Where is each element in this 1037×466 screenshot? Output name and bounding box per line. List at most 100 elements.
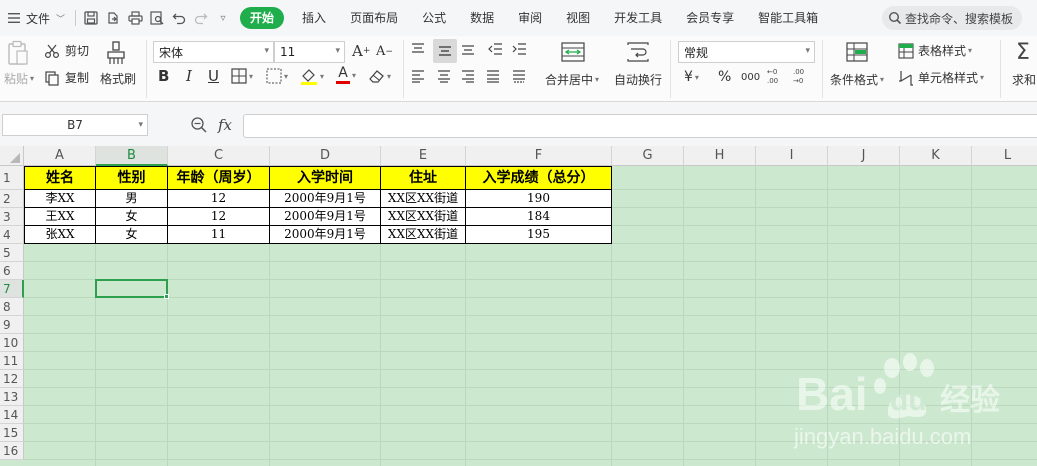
table-cell[interactable]: 王XX xyxy=(24,208,96,226)
align-top-button[interactable] xyxy=(410,42,426,56)
table-cell[interactable]: 2000年9月1号 xyxy=(270,208,381,226)
tab-insert[interactable]: 插入 xyxy=(290,7,338,29)
table-cell[interactable]: 2000年9月1号 xyxy=(270,190,381,208)
percent-button[interactable]: % xyxy=(718,69,731,85)
export-icon[interactable] xyxy=(102,7,124,29)
tab-formulas[interactable]: 公式 xyxy=(410,7,458,29)
row-header[interactable]: 4 xyxy=(0,226,24,244)
cell-style-button[interactable]: 单元格样式 ▾ xyxy=(898,69,984,86)
table-cell[interactable]: 12 xyxy=(168,190,270,208)
column-header[interactable]: J xyxy=(828,146,900,166)
file-menu-button[interactable]: 文件 ﹀ xyxy=(0,7,71,29)
print-icon[interactable] xyxy=(124,7,146,29)
tab-review[interactable]: 审阅 xyxy=(506,7,554,29)
format-painter-label[interactable]: 格式刷 xyxy=(100,70,136,87)
table-cell[interactable]: 李XX xyxy=(24,190,96,208)
tab-developer[interactable]: 开发工具 xyxy=(602,7,674,29)
row-header[interactable]: 2 xyxy=(0,190,24,208)
wrap-text-button[interactable] xyxy=(626,42,650,62)
underline-button[interactable]: U xyxy=(208,67,219,85)
row-header[interactable]: 1 xyxy=(0,166,24,190)
table-header-cell[interactable]: 住址 xyxy=(381,166,466,190)
table-cell[interactable]: 195 xyxy=(466,226,612,244)
cut-button[interactable]: 剪切 xyxy=(44,42,89,59)
row-header[interactable]: 16 xyxy=(0,442,24,460)
redo-icon[interactable] xyxy=(190,7,212,29)
column-header[interactable]: F xyxy=(466,146,612,166)
align-left-button[interactable] xyxy=(410,69,426,83)
command-search-box[interactable]: 查找命令、搜索模板 xyxy=(882,6,1022,30)
number-format-select[interactable]: 常规 ▾ xyxy=(678,41,815,63)
row-header[interactable]: 11 xyxy=(0,352,24,370)
tab-view[interactable]: 视图 xyxy=(554,7,602,29)
tab-home[interactable]: 开始 xyxy=(240,7,285,29)
font-name-select[interactable]: 宋体 ▾ xyxy=(153,41,274,63)
thousands-separator-button[interactable]: 000 xyxy=(741,72,760,83)
select-all-corner[interactable] xyxy=(0,146,24,166)
merge-center-label[interactable]: 合并居中 ▾ xyxy=(545,71,599,88)
row-header[interactable]: 12 xyxy=(0,370,24,388)
zoom-icon[interactable] xyxy=(190,116,208,134)
paste-button[interactable] xyxy=(6,40,30,66)
clear-format-button[interactable]: ▾ xyxy=(368,68,391,84)
column-header[interactable]: K xyxy=(900,146,972,166)
italic-button[interactable]: I xyxy=(186,67,192,85)
row-header[interactable]: 6 xyxy=(0,262,24,280)
column-header[interactable]: D xyxy=(270,146,381,166)
table-cell[interactable]: XX区XX街道 xyxy=(381,226,466,244)
copy-button[interactable]: 复制 xyxy=(44,69,89,86)
row-header[interactable]: 7 xyxy=(0,280,24,298)
bold-button[interactable]: B xyxy=(158,67,169,85)
column-header[interactable]: H xyxy=(684,146,756,166)
row-header[interactable]: 13 xyxy=(0,388,24,406)
tab-smart-tools[interactable]: 智能工具箱 xyxy=(746,7,830,29)
column-header[interactable]: G xyxy=(612,146,684,166)
format-painter-button[interactable] xyxy=(104,40,128,66)
sum-button[interactable]: Σ xyxy=(1016,40,1030,65)
conditional-format-label[interactable]: 条件格式 ▾ xyxy=(830,71,884,88)
distributed-align-button[interactable] xyxy=(511,69,527,83)
fx-button[interactable]: fx xyxy=(218,116,232,134)
row-header[interactable]: 10 xyxy=(0,334,24,352)
table-cell[interactable]: 女 xyxy=(96,208,168,226)
table-header-cell[interactable]: 姓名 xyxy=(24,166,96,190)
currency-button[interactable]: ¥ ▾ xyxy=(684,69,699,85)
column-header[interactable]: E xyxy=(381,146,466,166)
column-header[interactable]: B xyxy=(96,146,168,166)
cell-fill-pattern-button[interactable]: ▾ xyxy=(266,68,288,84)
indent-decrease-button[interactable] xyxy=(488,42,504,56)
sum-label[interactable]: 求和 xyxy=(1012,71,1036,88)
table-cell[interactable]: 2000年9月1号 xyxy=(270,226,381,244)
grow-font-button[interactable]: A + xyxy=(352,42,370,60)
table-cell[interactable]: XX区XX街道 xyxy=(381,190,466,208)
align-center-button[interactable] xyxy=(436,69,452,83)
justify-button[interactable] xyxy=(485,69,501,83)
customize-toolbar-icon[interactable]: ▿ xyxy=(212,7,234,29)
row-header[interactable]: 8 xyxy=(0,298,24,316)
column-header[interactable]: C xyxy=(168,146,270,166)
font-color-button[interactable]: A ▾ xyxy=(336,66,356,84)
table-cell[interactable]: 190 xyxy=(466,190,612,208)
table-cell[interactable]: 12 xyxy=(168,208,270,226)
table-header-cell[interactable]: 入学时间 xyxy=(270,166,381,190)
increase-decimal-button[interactable]: ←0.00 xyxy=(766,66,784,86)
save-icon[interactable] xyxy=(80,7,102,29)
table-cell[interactable]: 女 xyxy=(96,226,168,244)
table-cell[interactable]: 男 xyxy=(96,190,168,208)
tab-member[interactable]: 会员专享 xyxy=(674,7,746,29)
align-middle-button[interactable] xyxy=(433,39,457,63)
table-cell[interactable]: 张XX xyxy=(24,226,96,244)
wrap-text-label[interactable]: 自动换行 xyxy=(614,71,662,88)
row-header[interactable]: 14 xyxy=(0,406,24,424)
align-bottom-button[interactable] xyxy=(460,42,476,56)
paste-label[interactable]: 粘贴 ▾ xyxy=(4,70,34,87)
row-header[interactable]: 5 xyxy=(0,244,24,262)
column-header[interactable]: A xyxy=(24,146,96,166)
fill-handle[interactable] xyxy=(164,294,169,299)
print-preview-icon[interactable] xyxy=(146,7,168,29)
table-cell[interactable]: 184 xyxy=(466,208,612,226)
table-header-cell[interactable]: 年龄（周岁） xyxy=(168,166,270,190)
shrink-font-button[interactable]: A − xyxy=(376,44,393,59)
row-header[interactable]: 3 xyxy=(0,208,24,226)
tab-data[interactable]: 数据 xyxy=(458,7,506,29)
